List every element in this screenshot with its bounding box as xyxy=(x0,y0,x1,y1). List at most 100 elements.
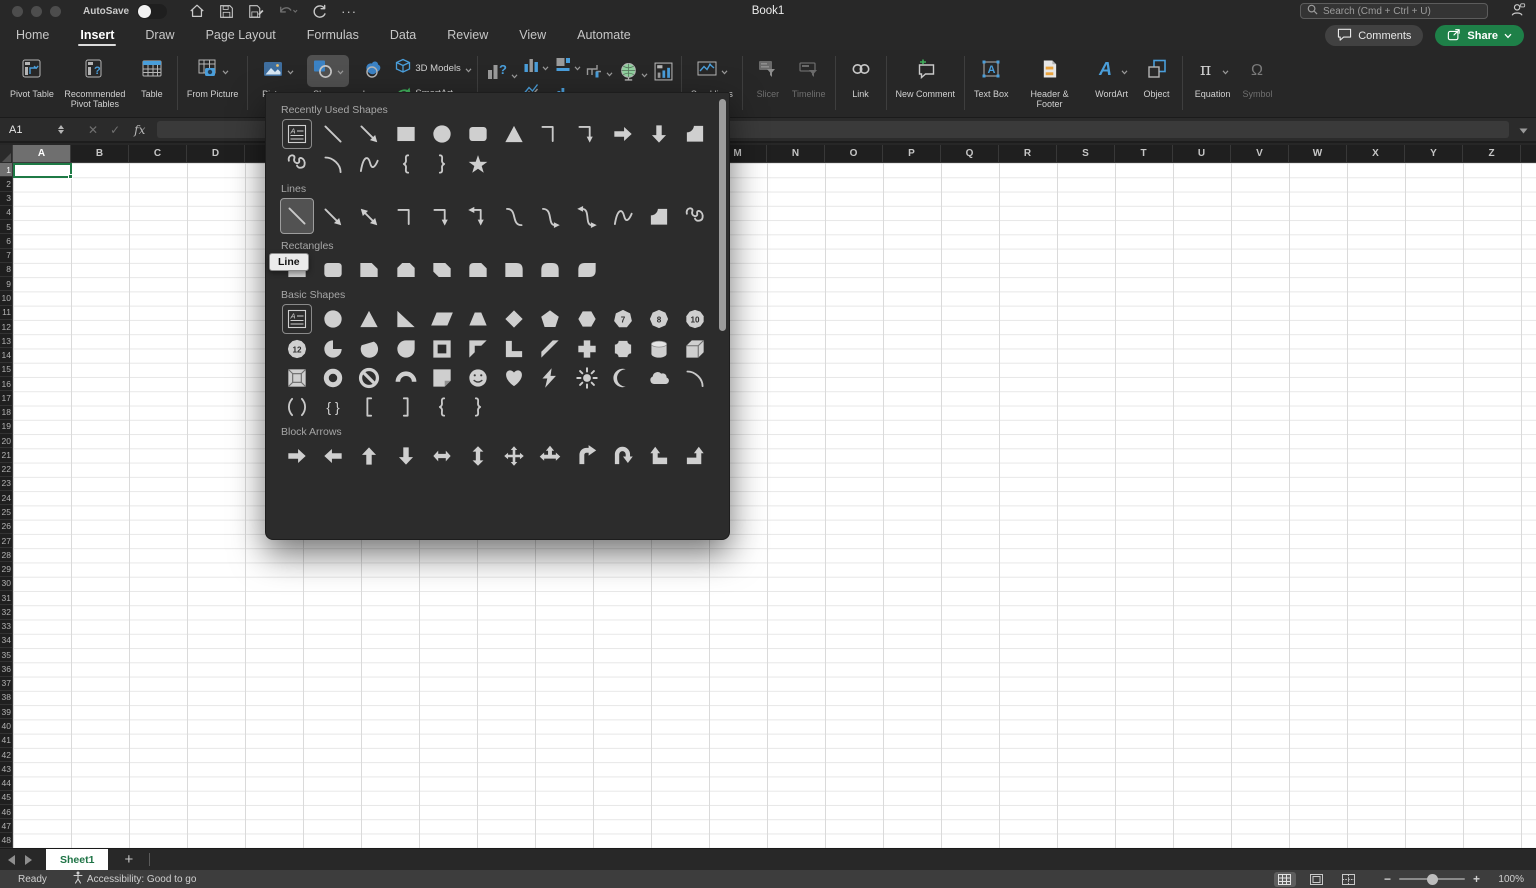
formula-bar-expand-icon[interactable] xyxy=(1519,121,1528,139)
equation-button[interactable]: πEquation xyxy=(1188,54,1238,100)
shape-text-box[interactable]: A xyxy=(282,119,312,149)
row-header-2[interactable]: 2 xyxy=(0,177,12,191)
shape-elbow-arrow-connector[interactable] xyxy=(424,198,460,235)
tab-page-layout[interactable]: Page Layout xyxy=(204,24,278,48)
row-header-42[interactable]: 42 xyxy=(0,748,12,762)
account-icon[interactable] xyxy=(1510,2,1526,23)
row-header-36[interactable]: 36 xyxy=(0,662,12,676)
column-header-t[interactable]: T xyxy=(1115,145,1173,162)
shape-round-same-side-corner-rectangle[interactable] xyxy=(532,255,568,284)
column-header-x[interactable]: X xyxy=(1347,145,1405,162)
shape-elbow-connector[interactable] xyxy=(532,119,568,148)
minimize-window-button[interactable] xyxy=(31,6,42,17)
shape-rounded-rectangle[interactable] xyxy=(460,119,496,148)
zoom-out-button[interactable]: − xyxy=(1384,872,1391,886)
shape-curved-arrow-connector[interactable] xyxy=(532,198,568,235)
shape-left-brace[interactable] xyxy=(388,149,424,178)
shape-donut[interactable] xyxy=(315,363,351,392)
shape-scribble[interactable] xyxy=(677,198,713,235)
enter-icon[interactable]: ✓ xyxy=(110,123,120,137)
shape-smiley-face[interactable] xyxy=(460,363,496,392)
cancel-icon[interactable]: ✕ xyxy=(88,123,98,137)
shape-can[interactable] xyxy=(641,334,677,363)
fill-handle[interactable] xyxy=(68,174,73,179)
row-header-35[interactable]: 35 xyxy=(0,648,12,662)
shape-plaque[interactable] xyxy=(605,334,641,363)
symbol-button[interactable]: ΩSymbol xyxy=(1238,54,1278,100)
maps-button[interactable] xyxy=(616,54,651,94)
shape-right-triangle[interactable] xyxy=(388,304,424,333)
shape-curve[interactable] xyxy=(605,198,641,235)
row-header-23[interactable]: 23 xyxy=(0,477,12,491)
shape-right-brace[interactable] xyxy=(424,149,460,178)
grid-cells[interactable] xyxy=(13,163,1536,848)
zoom-slider[interactable] xyxy=(1399,878,1465,880)
share-button[interactable]: Share xyxy=(1435,25,1524,46)
row-header-48[interactable]: 48 xyxy=(0,833,12,847)
column-header-d[interactable]: D xyxy=(187,145,245,162)
shape-right-bracket[interactable] xyxy=(388,392,424,421)
active-cell-a1[interactable] xyxy=(13,163,72,178)
zoom-window-button[interactable] xyxy=(50,6,61,17)
close-window-button[interactable] xyxy=(12,6,23,17)
shape-line-arrow[interactable] xyxy=(315,198,351,235)
shape-freeform[interactable] xyxy=(677,119,713,148)
shape-heptagon[interactable]: 7 xyxy=(605,304,641,333)
shape-round-single-corner-rectangle[interactable] xyxy=(496,255,532,284)
name-box[interactable]: A1 xyxy=(0,124,58,136)
shape-elbow-double-arrow-connector[interactable] xyxy=(460,198,496,235)
slicer-button[interactable]: Slicer xyxy=(748,54,788,100)
row-header-28[interactable]: 28 xyxy=(0,548,12,562)
normal-view-button[interactable] xyxy=(1274,872,1296,887)
row-header-31[interactable]: 31 xyxy=(0,591,12,605)
column-header-c[interactable]: C xyxy=(129,145,187,162)
row-header-43[interactable]: 43 xyxy=(0,762,12,776)
wordart-button[interactable]: AWordArt xyxy=(1087,54,1137,100)
row-header-40[interactable]: 40 xyxy=(0,719,12,733)
shape-u-turn-arrow[interactable] xyxy=(605,441,641,470)
page-layout-view-button[interactable] xyxy=(1306,872,1328,887)
shape-cloud[interactable] xyxy=(641,363,677,392)
shape-snip-single-corner-rectangle[interactable] xyxy=(351,255,387,284)
header-footer-button[interactable]: Header & Footer xyxy=(1013,54,1087,111)
row-header-3[interactable]: 3 xyxy=(0,192,12,206)
tab-home[interactable]: Home xyxy=(14,24,51,48)
shape-oval[interactable] xyxy=(424,119,460,148)
autosave-toggle[interactable] xyxy=(137,4,167,19)
shape-heart[interactable] xyxy=(496,363,532,392)
shape-rectangle[interactable] xyxy=(388,119,424,148)
shape-snip-diagonal-corner-rectangle[interactable] xyxy=(424,255,460,284)
window-controls[interactable] xyxy=(12,6,61,17)
shape-block-up-arrow[interactable] xyxy=(351,441,387,470)
row-header-13[interactable]: 13 xyxy=(0,334,12,348)
shape-teardrop[interactable] xyxy=(388,334,424,363)
row-header-11[interactable]: 11 xyxy=(0,306,12,320)
shape-frame[interactable] xyxy=(424,334,460,363)
row-header-18[interactable]: 18 xyxy=(0,406,12,420)
shape-left-brace[interactable] xyxy=(424,392,460,421)
previous-sheet-icon[interactable] xyxy=(8,855,15,865)
page-break-view-button[interactable] xyxy=(1338,872,1360,887)
shape-arc[interactable] xyxy=(677,363,713,392)
menu-scrollbar-thumb[interactable] xyxy=(719,99,726,331)
shape-half-frame[interactable] xyxy=(460,334,496,363)
shape-freeform[interactable] xyxy=(641,198,677,235)
column-header-s[interactable]: S xyxy=(1057,145,1115,162)
row-header-25[interactable]: 25 xyxy=(0,505,12,519)
row-header-22[interactable]: 22 xyxy=(0,463,12,477)
shape-cross[interactable] xyxy=(569,334,605,363)
shape-lightning-bolt[interactable] xyxy=(532,363,568,392)
row-header-38[interactable]: 38 xyxy=(0,691,12,705)
row-header-1[interactable]: 1 xyxy=(0,163,12,177)
zoom-level[interactable]: 100% xyxy=(1490,874,1524,885)
shape-bevel[interactable] xyxy=(279,363,315,392)
zoom-in-button[interactable]: + xyxy=(1473,872,1480,886)
shape-star-5-point[interactable] xyxy=(460,149,496,178)
shape-block-down-arrow[interactable] xyxy=(388,441,424,470)
recommended-pivot-tables-button[interactable]: ?Recommended Pivot Tables xyxy=(58,54,132,111)
row-header-30[interactable]: 30 xyxy=(0,577,12,591)
pivotchart-button[interactable] xyxy=(651,54,676,94)
tab-view[interactable]: View xyxy=(517,24,548,48)
next-sheet-icon[interactable] xyxy=(25,855,32,865)
shape-dodecagon[interactable]: 12 xyxy=(279,334,315,363)
